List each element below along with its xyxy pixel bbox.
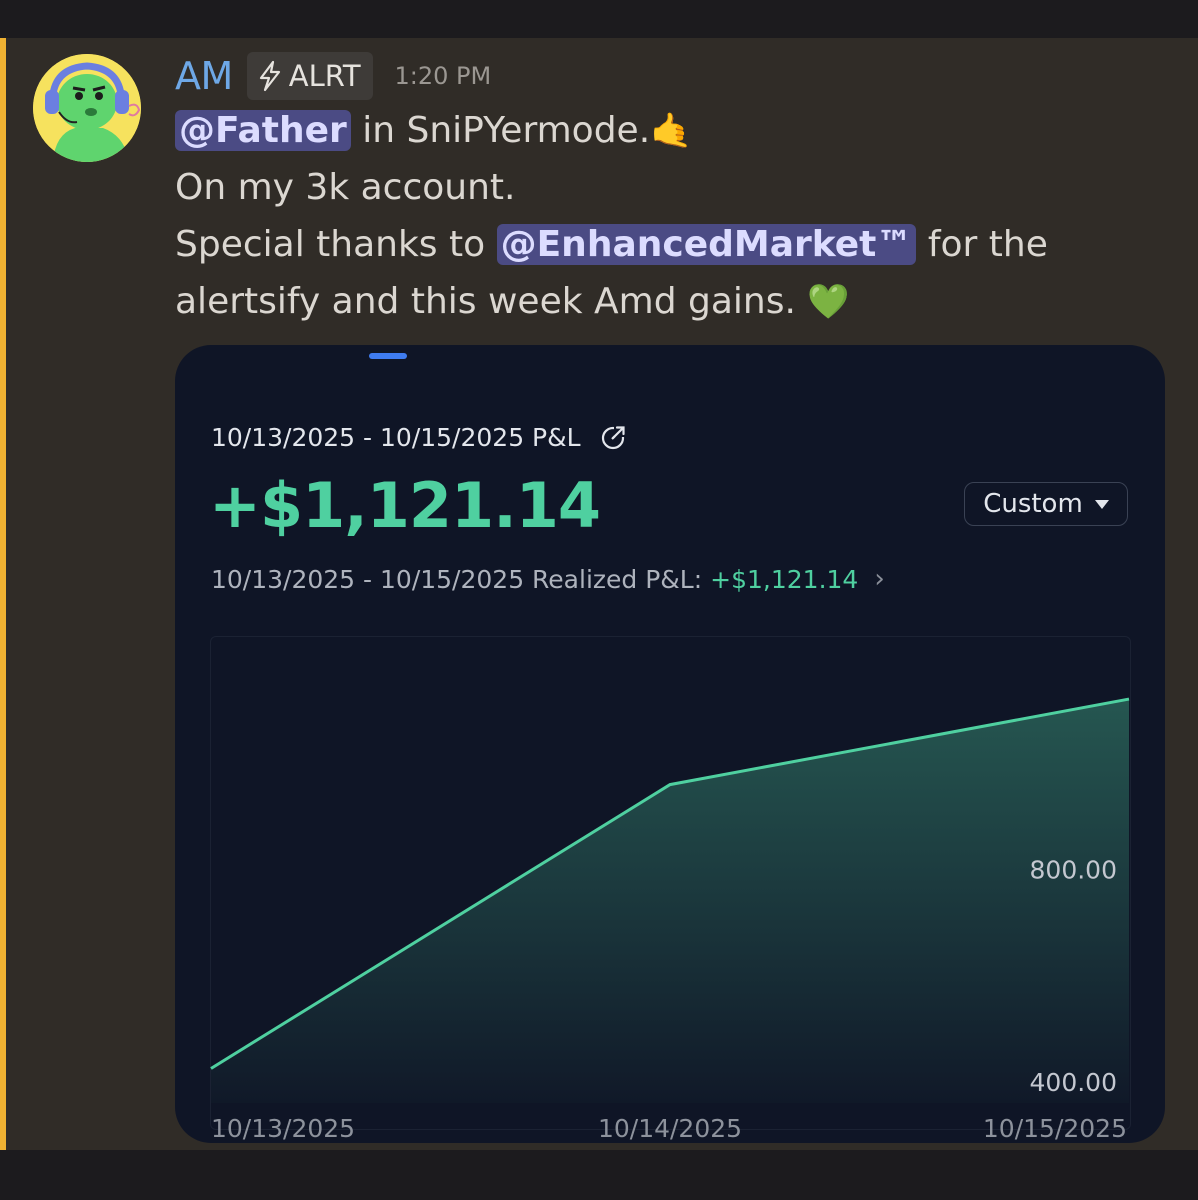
message-line-4: alertsify and this week Amd gains. 💚 bbox=[175, 277, 850, 327]
message-line-3: Special thanks to @EnhancedMarket™ for t… bbox=[175, 220, 1048, 270]
x-tick-label: 10/14/2025 bbox=[598, 1114, 742, 1143]
timestamp: 1:20 PM bbox=[394, 62, 492, 90]
server-tag[interactable]: ALRT bbox=[246, 52, 373, 100]
tag-label: ALRT bbox=[288, 59, 361, 93]
bottom-bar bbox=[0, 1150, 1198, 1200]
lightning-icon bbox=[259, 60, 280, 92]
chat-message: AM ALRT 1:20 PM @Father in SniPYermode.🤙… bbox=[0, 38, 1198, 1150]
message-text: for the bbox=[916, 224, 1048, 265]
mention-enhanced-market[interactable]: @EnhancedMarket™ bbox=[496, 224, 917, 265]
mention-father[interactable]: @Father bbox=[175, 110, 351, 151]
y-tick-label: 400.00 bbox=[1030, 1068, 1117, 1097]
x-tick-label: 10/15/2025 bbox=[983, 1114, 1127, 1143]
y-tick-label: 800.00 bbox=[1030, 856, 1117, 885]
pnl-chart: 400.00 800.00 10/13/2025 10/14/2025 10/15/20… bbox=[210, 697, 1130, 1143]
message-line-1: @Father in SniPYermode.🤙 bbox=[175, 106, 693, 156]
message-line-2: On my 3k account. bbox=[175, 167, 516, 208]
top-bar bbox=[0, 0, 1198, 38]
message-text: Special thanks to bbox=[175, 224, 497, 265]
avatar[interactable] bbox=[33, 54, 141, 162]
x-tick-label: 10/13/2025 bbox=[211, 1114, 355, 1143]
message-text: in SniPYermode. bbox=[350, 110, 651, 151]
pnl-screenshot-attachment[interactable]: 10/13/2025 - 10/15/2025 P&L +$1,121.14 C… bbox=[175, 345, 1165, 1143]
message-text: alertsify and this week Amd gains. bbox=[175, 281, 808, 322]
message-header: AM ALRT 1:20 PM bbox=[175, 50, 491, 102]
call-me-hand-emoji: 🤙 bbox=[650, 111, 693, 151]
pnl-area-fill bbox=[211, 699, 1129, 1103]
green-heart-emoji: 💚 bbox=[807, 282, 850, 322]
mention-highlight-bar bbox=[0, 38, 6, 1150]
username[interactable]: AM bbox=[175, 54, 233, 98]
